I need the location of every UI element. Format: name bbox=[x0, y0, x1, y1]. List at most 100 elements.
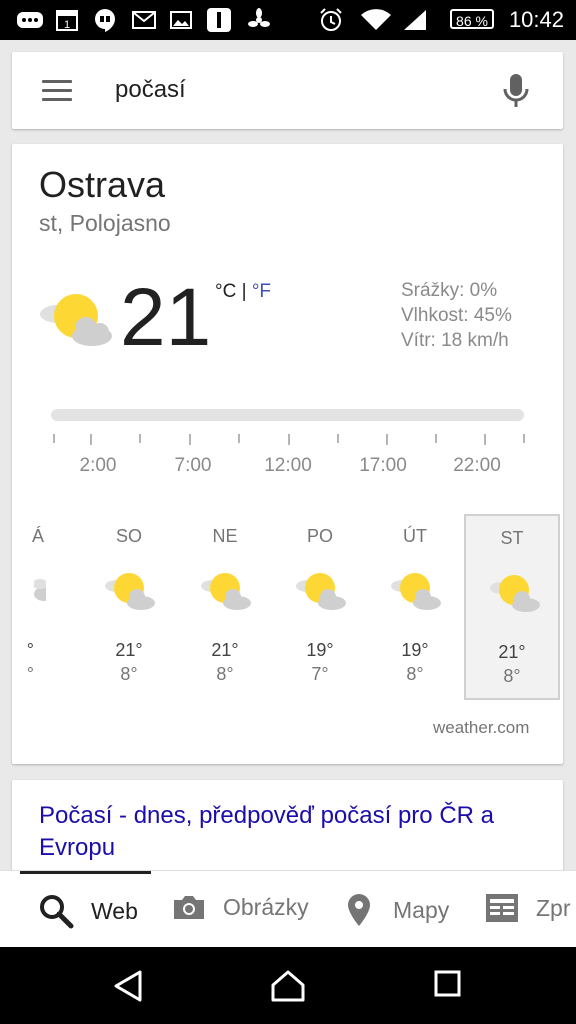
day-high: 21° bbox=[115, 640, 143, 660]
celsius-unit: °C bbox=[215, 281, 237, 302]
home-button[interactable] bbox=[270, 969, 306, 1008]
status-bar: 1 86 % 10:42 bbox=[0, 0, 576, 40]
partly-cloudy-icon bbox=[32, 572, 54, 607]
day-low: 8° bbox=[406, 664, 424, 684]
day-name: ST bbox=[500, 528, 524, 548]
current-temperature: 21 bbox=[120, 272, 212, 363]
search-icon bbox=[40, 895, 74, 929]
timeline-tick bbox=[238, 434, 240, 443]
timeline-tick bbox=[53, 434, 55, 443]
timeline-tick bbox=[288, 434, 290, 445]
weather-condition: st, Polojasno bbox=[39, 210, 171, 236]
hour-label: 7:00 bbox=[174, 455, 212, 476]
back-button[interactable] bbox=[112, 969, 144, 1008]
day-name: NE bbox=[212, 526, 238, 546]
day-low: 7° bbox=[311, 664, 329, 684]
app-icon bbox=[206, 8, 232, 32]
hour-label: 2:00 bbox=[79, 455, 117, 476]
day-low: 8° bbox=[216, 664, 234, 684]
calendar-icon: 1 bbox=[56, 8, 78, 32]
timeline-tick bbox=[386, 434, 388, 445]
menu-icon[interactable] bbox=[42, 80, 72, 102]
partly-cloudy-icon bbox=[295, 572, 347, 617]
timeline-tick bbox=[484, 434, 486, 445]
tab-news[interactable]: Zpr bbox=[485, 893, 571, 923]
timeline-tick bbox=[435, 434, 437, 443]
day-high: 19° bbox=[401, 640, 429, 660]
hour-label: 12:00 bbox=[264, 455, 312, 476]
tab-maps[interactable]: Mapy bbox=[346, 893, 449, 927]
clock: 10:42 bbox=[508, 7, 564, 32]
partly-cloudy-icon bbox=[390, 572, 442, 617]
svg-text:1: 1 bbox=[64, 19, 70, 31]
tab-label: Obrázky bbox=[223, 893, 309, 920]
timeline-tick bbox=[523, 434, 525, 443]
partly-cloudy-icon bbox=[104, 572, 156, 617]
back-icon bbox=[114, 970, 142, 1002]
tab-images[interactable]: Obrázky bbox=[172, 893, 309, 921]
source-link[interactable]: weather.com bbox=[433, 718, 529, 738]
forecast-day[interactable]: ÚT 19° 8° bbox=[367, 514, 463, 700]
timeline-tick bbox=[337, 434, 339, 443]
hourly-timeline[interactable] bbox=[51, 409, 524, 421]
active-tab-indicator bbox=[20, 871, 151, 874]
day-name: PO bbox=[306, 526, 333, 546]
result-title-link[interactable]: Počasí - dnes, předpověď počasí pro ČR a… bbox=[39, 800, 539, 864]
unit-toggle: °C | °F bbox=[215, 281, 271, 303]
day-high: 21° bbox=[211, 640, 239, 660]
hangouts-icon bbox=[94, 8, 116, 32]
day-low: ° bbox=[26, 664, 34, 684]
recents-icon bbox=[434, 970, 461, 997]
unit-separator: | bbox=[241, 281, 247, 302]
weather-card: Ostrava st, Polojasno 21 °C | °F Srážky:… bbox=[12, 144, 563, 764]
hour-label: 17:00 bbox=[359, 455, 407, 476]
tab-label: Zpr bbox=[536, 894, 571, 921]
day-name: ÚT bbox=[403, 526, 427, 546]
partly-cloudy-icon bbox=[200, 572, 252, 617]
news-icon bbox=[486, 894, 518, 922]
forecast-day-selected[interactable]: ST 21° 8° bbox=[464, 514, 560, 700]
timeline-tick bbox=[189, 434, 191, 445]
timeline-tick bbox=[90, 434, 92, 445]
forecast-day[interactable]: NE 21° 8° bbox=[177, 514, 273, 700]
day-low: 8° bbox=[120, 664, 138, 684]
day-high: 19° bbox=[306, 640, 334, 660]
gallery-icon bbox=[170, 8, 192, 32]
navigation-bar bbox=[0, 947, 576, 1024]
camera-icon bbox=[174, 896, 204, 919]
day-name: Á bbox=[31, 526, 44, 546]
day-name: SO bbox=[115, 526, 142, 546]
chat-icon bbox=[16, 8, 44, 32]
search-input[interactable]: počasí bbox=[115, 76, 186, 104]
alarm-icon bbox=[318, 8, 344, 32]
search-bar[interactable]: počasí bbox=[12, 52, 563, 129]
battery-icon: 86 % bbox=[450, 9, 494, 29]
signal-icon bbox=[402, 8, 428, 32]
tab-web[interactable]: Web bbox=[38, 893, 138, 929]
recents-button[interactable] bbox=[434, 969, 462, 1004]
partly-cloudy-icon bbox=[489, 574, 541, 619]
weather-details: Srážky: 0% Vlhkost: 45% Vítr: 18 km/h bbox=[401, 278, 512, 353]
precipitation: Srážky: 0% bbox=[401, 280, 498, 301]
wind: Vítr: 18 km/h bbox=[401, 330, 509, 351]
fan-icon bbox=[246, 8, 272, 32]
forecast-day-partial[interactable]: Á ° ° bbox=[0, 514, 54, 700]
hour-label: 22:00 bbox=[453, 455, 501, 476]
forecast-day[interactable]: PO 19° 7° bbox=[272, 514, 368, 700]
tab-label: Web bbox=[91, 897, 138, 924]
tab-label: Mapy bbox=[393, 896, 450, 923]
timeline-tick bbox=[139, 434, 141, 443]
search-tabs: Web Obrázky Mapy Zpr bbox=[0, 870, 576, 948]
humidity: Vlhkost: 45% bbox=[401, 305, 512, 326]
search-result[interactable]: Počasí - dnes, předpověď počasí pro ČR a… bbox=[12, 780, 563, 880]
day-low: 8° bbox=[503, 666, 521, 686]
map-pin-icon bbox=[348, 894, 370, 926]
microphone-icon[interactable] bbox=[502, 72, 530, 110]
home-icon bbox=[271, 970, 305, 1002]
forecast-day[interactable]: SO 21° 8° bbox=[81, 514, 177, 700]
gmail-icon bbox=[132, 8, 156, 32]
wifi-icon bbox=[360, 8, 392, 32]
partly-cloudy-icon bbox=[38, 292, 114, 353]
fahrenheit-link[interactable]: °F bbox=[252, 281, 271, 302]
day-high: ° bbox=[26, 640, 34, 660]
